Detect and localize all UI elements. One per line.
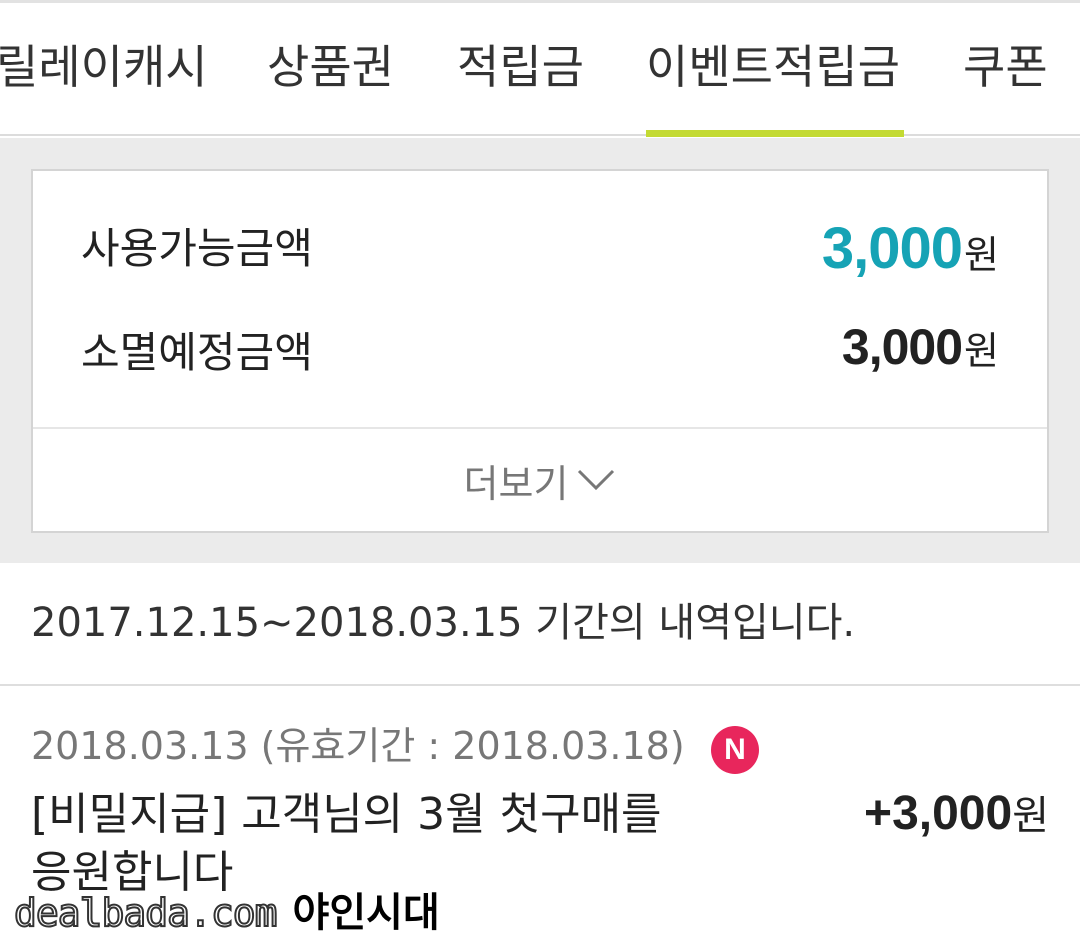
tab-relay-cash[interactable]: 릴레이캐시 xyxy=(0,39,208,95)
available-amount-value: 3,000 xyxy=(821,216,963,281)
entry-amount: +3,000원 xyxy=(864,786,1049,852)
tab-coupon[interactable]: 쿠폰 xyxy=(963,39,1048,95)
available-amount-unit: 원 xyxy=(964,233,999,277)
available-amount: 3,000원 xyxy=(822,219,999,293)
tab-points[interactable]: 적립금 xyxy=(457,39,584,95)
watermark: dealbada.com 야인시대 xyxy=(13,888,440,941)
expiring-amount-value: 3,000 xyxy=(841,319,963,375)
expiring-amount-unit: 원 xyxy=(964,329,999,373)
entry-date: 2018.03.13 (유효기간 : 2018.03.18) xyxy=(31,724,685,768)
entry-amount-unit: 원 xyxy=(1012,793,1049,839)
new-badge: N xyxy=(711,726,759,774)
entry-amount-value: +3,000 xyxy=(864,787,1013,840)
summary-card: 사용가능금액 3,000원 소멸예정금액 3,000원 더보기 xyxy=(31,169,1049,533)
more-label: 더보기 xyxy=(463,461,569,506)
list-divider xyxy=(0,684,1080,686)
expiring-amount: 3,000원 xyxy=(842,317,999,389)
tab-event-points[interactable]: 이벤트적립금 xyxy=(646,39,900,95)
more-button[interactable]: 더보기 xyxy=(33,429,1047,531)
chevron-down-icon xyxy=(578,469,615,491)
expiring-amount-label: 소멸예정금액 xyxy=(81,328,313,377)
entry-title: [비밀지급] 고객님의 3월 첫구매를 응원합니다 xyxy=(31,789,662,898)
watermark-site: dealbada.com xyxy=(13,890,279,936)
available-amount-label: 사용가능금액 xyxy=(81,224,313,273)
watermark-brand: 야인시대 xyxy=(292,890,440,936)
active-tab-indicator xyxy=(646,130,904,137)
tab-gift-card[interactable]: 상품권 xyxy=(267,39,394,95)
period-notice: 2017.12.15~2018.03.15 기간의 내역입니다. xyxy=(31,600,856,646)
tab-bar: 릴레이캐시 상품권 적립금 이벤트적립금 쿠폰 xyxy=(0,3,1080,137)
